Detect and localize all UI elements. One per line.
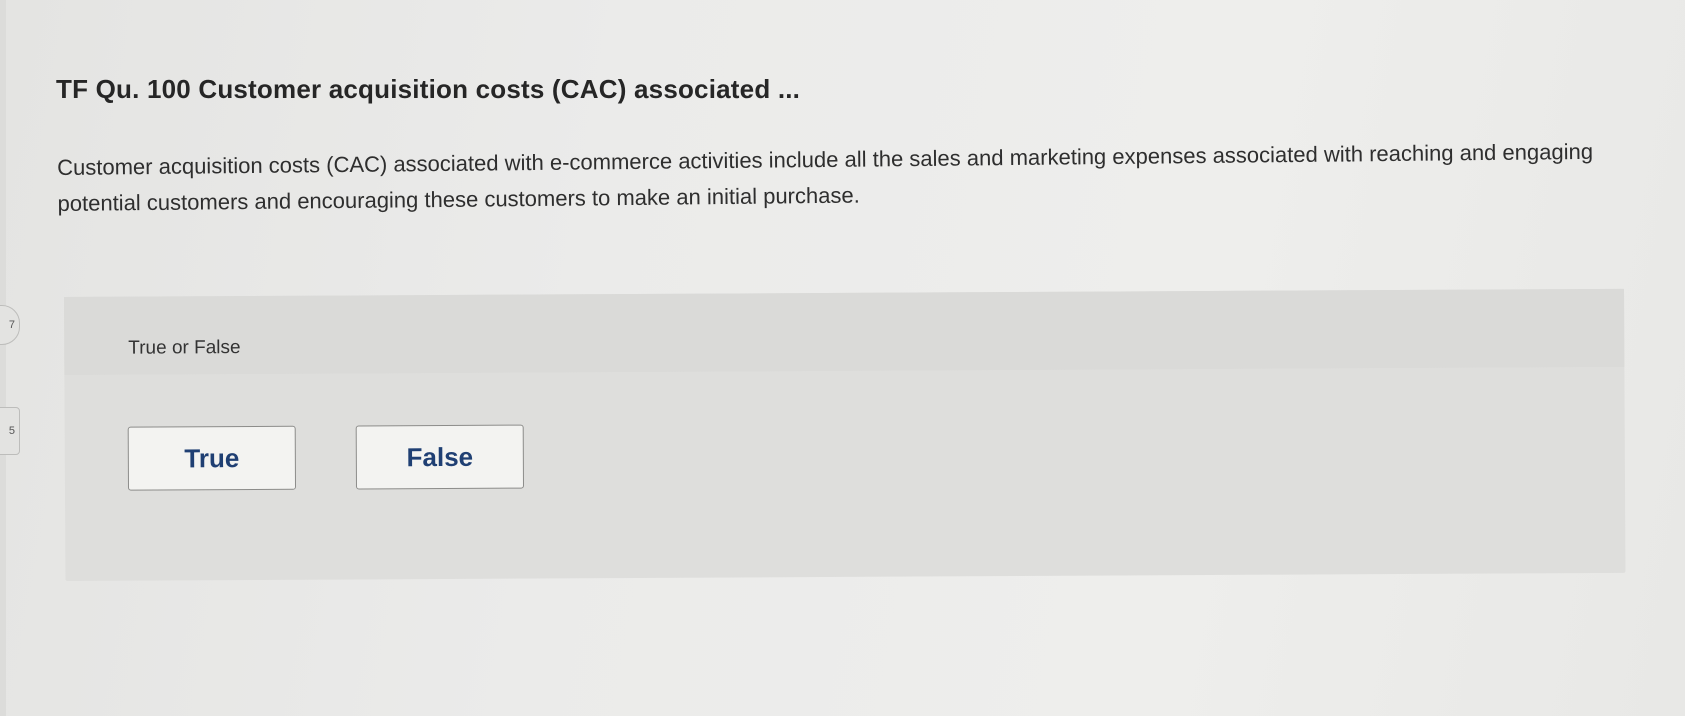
question-nav-tab[interactable]: 5 bbox=[0, 407, 20, 455]
true-false-prompt: True or False bbox=[128, 337, 241, 359]
question-nav-tab[interactable]: 7 bbox=[0, 305, 20, 345]
false-button[interactable]: False bbox=[355, 424, 525, 490]
answer-panel: True or False True False bbox=[64, 288, 1626, 581]
question-page: 7 5 TF Qu. 100 Customer acquisition cost… bbox=[0, 0, 1685, 716]
true-button[interactable]: True bbox=[127, 425, 297, 491]
false-button-label: False bbox=[406, 441, 474, 472]
true-button-label: True bbox=[184, 442, 240, 473]
left-rail bbox=[0, 0, 6, 716]
question-title: TF Qu. 100 Customer acquisition costs (C… bbox=[56, 74, 801, 104]
answer-panel-header bbox=[64, 288, 1625, 375]
question-text: Customer acquisition costs (CAC) associa… bbox=[57, 138, 1594, 216]
question-nav-tab-label: 7 bbox=[8, 319, 15, 331]
question-nav-tab-label: 5 bbox=[8, 425, 15, 437]
